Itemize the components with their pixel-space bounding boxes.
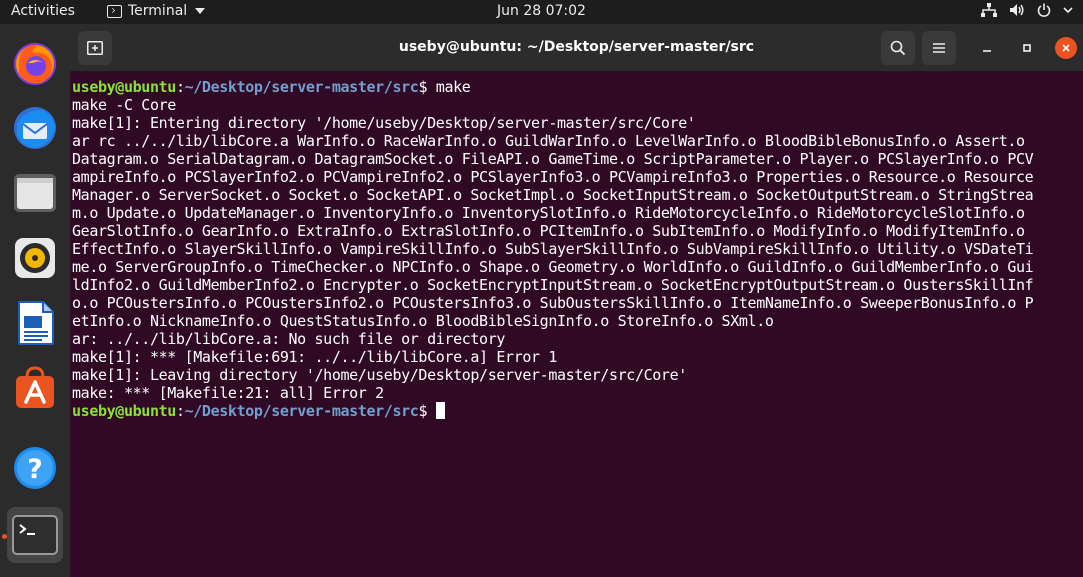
output-line: ar rc ../../lib/libCore.a WarInfo.o Race… (72, 132, 1025, 150)
command-text: make (435, 78, 471, 96)
hamburger-icon (933, 43, 945, 53)
maximize-button[interactable] (1016, 37, 1038, 59)
output-line: make[1]: Entering directory '/home/useby… (72, 114, 696, 132)
output-line: Datagram.o SerialDatagram.o DatagramSock… (72, 150, 1034, 168)
dock-item-thunderbird[interactable] (7, 100, 63, 156)
new-tab-button[interactable] (78, 31, 112, 65)
prompt-line: useby@ubuntu:~/Desktop/server-master/src… (72, 402, 1080, 420)
dock-item-software[interactable] (7, 360, 63, 416)
volume-icon[interactable] (1009, 3, 1025, 17)
dock-item-firefox[interactable] (7, 35, 63, 91)
prompt-user: useby@ubuntu (72, 78, 176, 96)
dock: ? (0, 24, 70, 577)
software-center-icon (16, 366, 54, 408)
prompt-dollar: $ (418, 78, 436, 96)
output-line: make[1]: *** [Makefile:691: ../../lib/li… (72, 348, 558, 366)
terminal-icon (12, 515, 58, 555)
output-line: GearSlotInfo.o GearInfo.o ExtraInfo.o Ex… (72, 222, 1025, 240)
text-cursor (435, 402, 445, 419)
firefox-icon (14, 43, 56, 85)
system-tray[interactable] (981, 3, 1073, 17)
prompt-path: ~/Desktop/server-master/src (184, 78, 419, 96)
app-menu-label: Terminal (128, 3, 188, 19)
terminal-app-icon (107, 4, 122, 18)
minimize-icon (983, 50, 991, 52)
clock[interactable]: Jun 28 07:02 (497, 3, 586, 19)
prompt-separator: : (175, 78, 185, 96)
running-indicator (2, 534, 7, 539)
search-icon (890, 40, 906, 56)
help-icon: ? (14, 447, 56, 489)
dock-item-rhythmbox[interactable] (7, 230, 63, 286)
activities-button[interactable]: Activities (11, 3, 75, 19)
window-title: useby@ubuntu: ~/Desktop/server-master/sr… (398, 39, 755, 55)
chevron-down-icon (195, 8, 206, 14)
minimize-button[interactable] (976, 37, 998, 59)
new-tab-icon (87, 41, 103, 55)
prompt-user: useby@ubuntu (72, 402, 176, 420)
output-line: Manager.o ServerSocket.o Socket.o Socket… (72, 186, 1034, 204)
close-icon (1062, 44, 1070, 52)
prompt-line: useby@ubuntu:~/Desktop/server-master/src… (72, 78, 1080, 96)
close-button[interactable] (1055, 37, 1077, 59)
output-line: m.o Update.o UpdateManager.o InventoryIn… (72, 204, 1025, 222)
output-line: ar: ../../lib/libCore.a: No such file or… (72, 330, 506, 348)
search-button[interactable] (881, 31, 915, 65)
output-line: ampireInfo.o PCSlayerInfo2.o PCVampireIn… (72, 168, 1034, 186)
prompt-dollar: $ (418, 402, 436, 420)
output-line: make: *** [Makefile:21: all] Error 2 (72, 384, 384, 402)
output-line: me.o ServerGroupInfo.o TimeChecker.o NPC… (72, 258, 1034, 276)
menu-button[interactable] (922, 31, 956, 65)
app-menu[interactable]: Terminal (107, 3, 206, 19)
network-icon[interactable] (981, 3, 997, 17)
output-line: o.o PCOustersInfo.o PCOustersInfo2.o PCO… (72, 294, 1034, 312)
maximize-icon (1023, 44, 1031, 52)
libreoffice-writer-icon (18, 301, 54, 345)
thunderbird-icon (14, 107, 56, 149)
output-line: EffectInfo.o SlayerSkillInfo.o VampireSk… (72, 240, 1034, 258)
output-line: make -C Core (72, 96, 176, 114)
chevron-down-icon[interactable] (1063, 6, 1073, 14)
top-bar: Activities Terminal Jun 28 07:02 (0, 0, 1083, 24)
prompt-separator: : (175, 402, 185, 420)
dock-item-writer[interactable] (7, 295, 63, 351)
svg-text:?: ? (27, 454, 43, 485)
rhythmbox-icon (15, 238, 55, 278)
output-line: etInfo.o NicknameInfo.o QuestStatusInfo.… (72, 312, 774, 330)
dock-item-help[interactable]: ? (7, 440, 63, 496)
terminal-window: useby@ubuntu: ~/Desktop/server-master/sr… (70, 24, 1083, 577)
output-line: ldInfo2.o GuildMemberInfo2.o Encrypter.o… (72, 276, 1034, 294)
title-bar[interactable]: useby@ubuntu: ~/Desktop/server-master/sr… (70, 24, 1083, 72)
dock-item-terminal[interactable] (7, 507, 63, 563)
terminal-output[interactable]: useby@ubuntu:~/Desktop/server-master/src… (72, 78, 1080, 573)
power-icon[interactable] (1037, 3, 1051, 17)
files-icon (14, 174, 56, 212)
output-line: make[1]: Leaving directory '/home/useby/… (72, 366, 687, 384)
dock-item-files[interactable] (7, 165, 63, 221)
prompt-path: ~/Desktop/server-master/src (184, 402, 419, 420)
